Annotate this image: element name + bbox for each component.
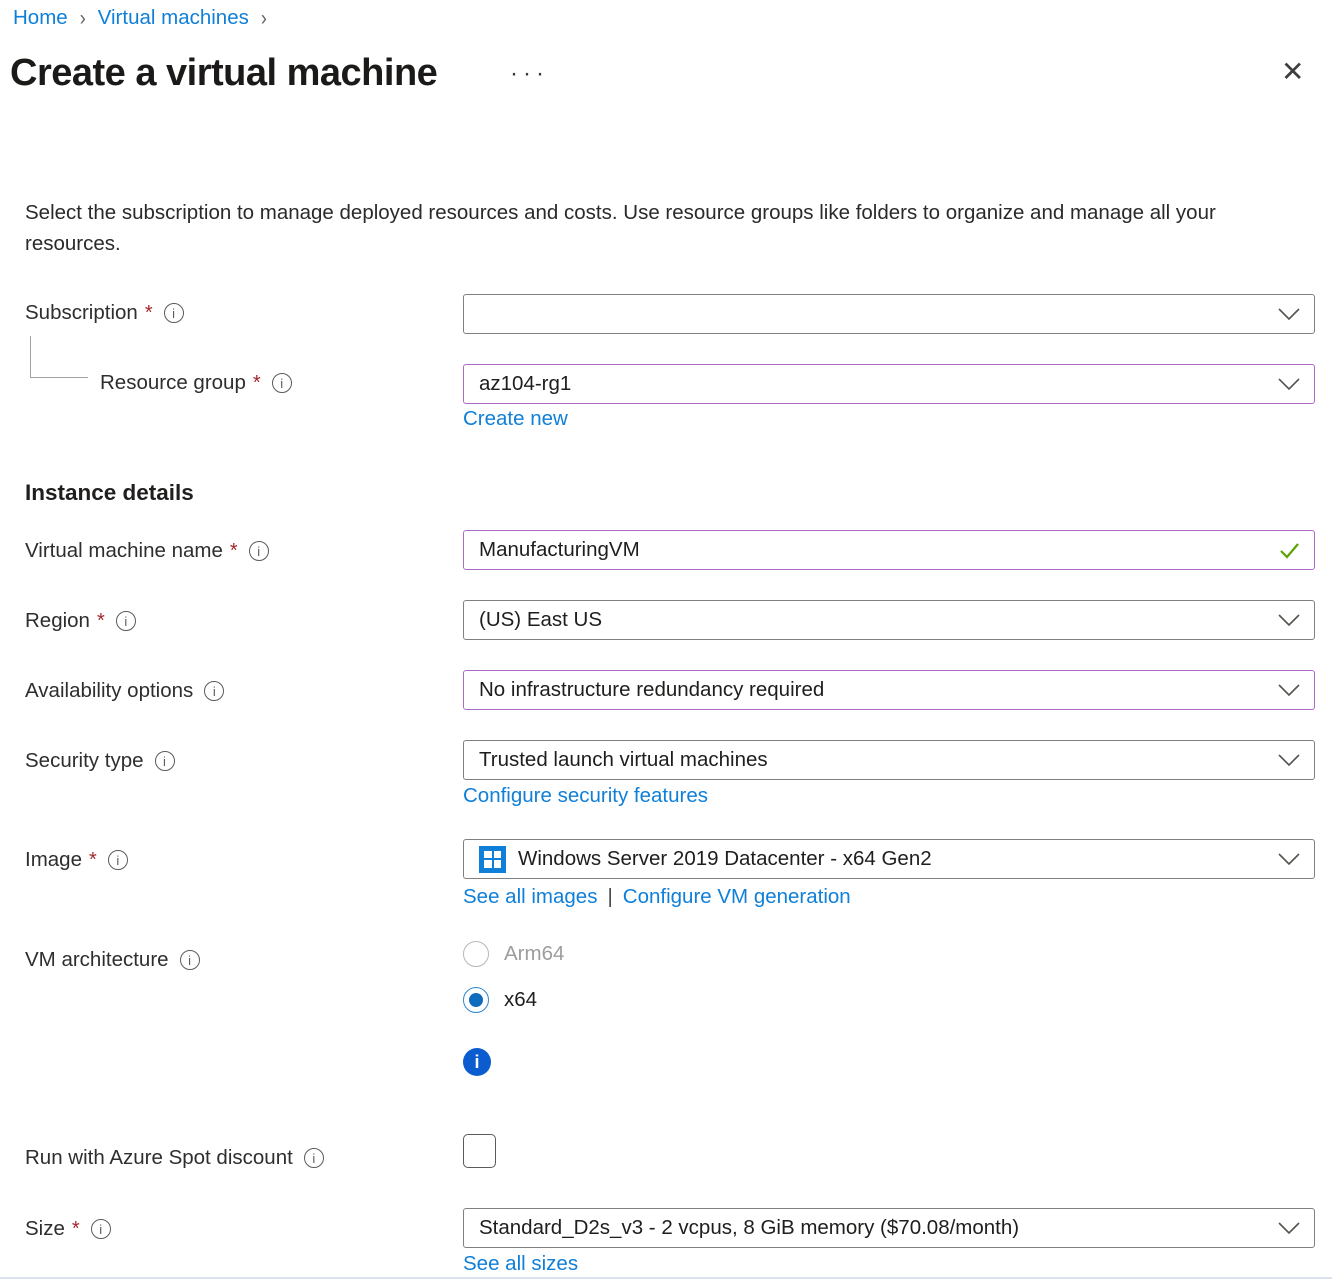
required-marker: * [72,1218,80,1241]
availability-options-label: Availability options i [25,679,224,703]
spot-discount-label-text: Run with Azure Spot discount [25,1146,293,1170]
create-new-link[interactable]: Create new [463,407,568,431]
chevron-right-icon: › [80,5,86,30]
security-type-value: Trusted launch virtual machines [479,748,1268,772]
image-label: Image * i [25,848,128,872]
arm64-radio-label: Arm64 [504,942,564,966]
info-icon[interactable]: i [91,1219,111,1239]
size-value: Standard_D2s_v3 - 2 vcpus, 8 GiB memory … [479,1216,1268,1240]
page-title: Create a virtual machine [10,52,437,95]
vm-name-value: ManufacturingVM [479,538,1269,562]
region-value: (US) East US [479,608,1268,632]
vm-name-label: Virtual machine name * i [25,539,269,563]
region-label: Region * i [25,609,136,633]
radio-selected-icon [463,987,489,1013]
required-marker: * [97,610,105,633]
info-icon[interactable]: i [204,681,224,701]
vm-name-input[interactable]: ManufacturingVM [463,530,1315,570]
vm-name-label-text: Virtual machine name [25,539,223,563]
vm-architecture-label-text: VM architecture [25,948,169,972]
availability-options-value: No infrastructure redundancy required [479,678,1268,702]
configure-vm-generation-link[interactable]: Configure VM generation [623,885,851,909]
configure-security-features-link[interactable]: Configure security features [463,784,708,808]
chevron-down-icon [1278,614,1300,626]
chevron-right-icon: › [261,5,267,30]
image-links: See all images | Configure VM generation [463,885,851,909]
link-separator: | [607,885,612,909]
subscription-label: Subscription * i [25,301,184,325]
image-value: Windows Server 2019 Datacenter - x64 Gen… [518,847,1268,871]
arm64-note: i [463,1048,506,1076]
resource-group-value: az104-rg1 [479,372,1268,396]
breadcrumb-virtual-machines-link[interactable]: Virtual machines [98,6,249,30]
info-icon[interactable]: i [155,751,175,771]
x64-radio-label: x64 [504,988,537,1012]
subscription-label-text: Subscription [25,301,138,325]
chevron-down-icon [1278,308,1300,320]
image-dropdown[interactable]: Windows Server 2019 Datacenter - x64 Gen… [463,839,1315,879]
chevron-down-icon [1278,853,1300,865]
info-icon[interactable]: i [164,303,184,323]
security-type-dropdown[interactable]: Trusted launch virtual machines [463,740,1315,780]
required-marker: * [230,540,238,563]
valid-checkmark-icon [1279,542,1300,559]
info-filled-icon: i [463,1048,491,1076]
spot-discount-label: Run with Azure Spot discount i [25,1146,324,1170]
size-dropdown[interactable]: Standard_D2s_v3 - 2 vcpus, 8 GiB memory … [463,1208,1315,1248]
arm64-radio-option: Arm64 [463,941,564,967]
size-label: Size * i [25,1217,111,1241]
see-all-images-link[interactable]: See all images [463,885,597,909]
resource-group-dropdown[interactable]: az104-rg1 [463,364,1315,404]
create-vm-blade: Home › Virtual machines › Create a virtu… [0,0,1332,1284]
breadcrumb: Home › Virtual machines › [13,6,267,30]
chevron-down-icon [1278,378,1300,390]
more-options-icon[interactable]: ··· [510,60,549,88]
instance-details-heading: Instance details [25,480,194,506]
subscription-resource-group-connector [30,336,88,378]
close-icon[interactable]: ✕ [1281,58,1304,86]
vm-architecture-label: VM architecture i [25,948,200,972]
breadcrumb-home-link[interactable]: Home [13,6,68,30]
required-marker: * [89,849,97,872]
security-type-label: Security type i [25,749,175,773]
chevron-down-icon [1278,754,1300,766]
region-dropdown[interactable]: (US) East US [463,600,1315,640]
info-icon[interactable]: i [304,1148,324,1168]
required-marker: * [145,302,153,325]
see-all-sizes-link[interactable]: See all sizes [463,1252,578,1276]
availability-options-dropdown[interactable]: No infrastructure redundancy required [463,670,1315,710]
region-label-text: Region [25,609,90,633]
info-icon[interactable]: i [249,541,269,561]
availability-options-label-text: Availability options [25,679,193,703]
info-icon[interactable]: i [180,950,200,970]
x64-radio-option[interactable]: x64 [463,987,537,1013]
chevron-down-icon [1278,1222,1300,1234]
bottom-divider [0,1277,1332,1279]
resource-group-label: Resource group * i [100,371,292,395]
resource-group-label-text: Resource group [100,371,246,395]
size-label-text: Size [25,1217,65,1241]
info-icon[interactable]: i [108,850,128,870]
windows-logo-icon [479,846,506,873]
chevron-down-icon [1278,684,1300,696]
subscription-dropdown[interactable] [463,294,1315,334]
required-marker: * [253,372,261,395]
security-type-label-text: Security type [25,749,144,773]
radio-unselected-icon [463,941,489,967]
image-label-text: Image [25,848,82,872]
info-icon[interactable]: i [272,373,292,393]
info-icon[interactable]: i [116,611,136,631]
spot-discount-checkbox[interactable] [463,1134,496,1168]
intro-text: Select the subscription to manage deploy… [25,197,1293,259]
